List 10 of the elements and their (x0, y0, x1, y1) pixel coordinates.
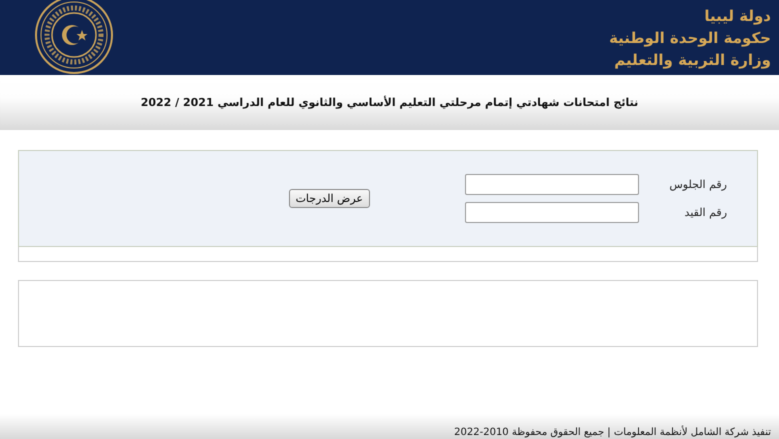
header-text: حكومة الوحدة الوطنية (609, 28, 771, 46)
header-text: دولة ليبيا (704, 6, 771, 24)
field-label: رقم الجلوس (668, 178, 727, 191)
page-title: نتائج امتحانات شهادتي إتمام مرحلتي التعليم الأساسي والثانوي للعام الدراسي 2021 / 2022 (140, 96, 638, 109)
footer-text: تنفيذ شركة الشامل لأنظمة المعلومات | جميع الحقوق محفوظة 2010-2022 (454, 427, 771, 438)
input-field[interactable] (465, 174, 639, 195)
header-text: وزارة التربية والتعليم (614, 50, 771, 68)
field-label: رقم القيد (684, 206, 727, 219)
input-field[interactable] (465, 202, 639, 223)
show-grades-button[interactable]: عرض الدرجات (288, 189, 370, 208)
